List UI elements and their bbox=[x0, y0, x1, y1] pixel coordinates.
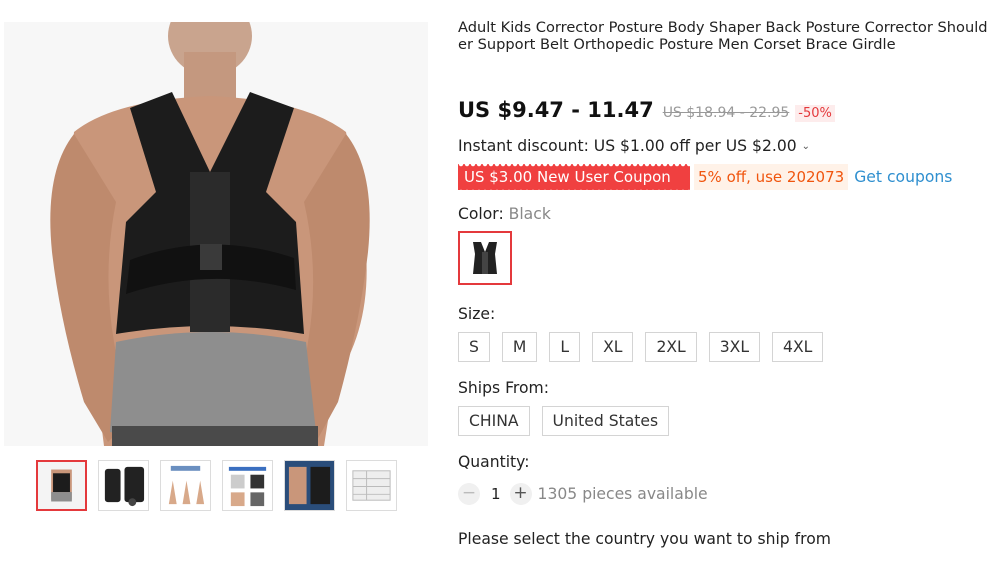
size-option-3xl[interactable]: 3XL bbox=[708, 332, 761, 362]
ships-from-china[interactable]: CHINA bbox=[458, 406, 530, 436]
product-title: Adult Kids Corrector Posture Body Shaper… bbox=[458, 19, 988, 53]
ship-country-note: Please select the country you want to sh… bbox=[458, 530, 831, 548]
size-option-xl[interactable]: XL bbox=[592, 332, 634, 362]
size-options: S M L XL 2XL 3XL 4XL bbox=[458, 332, 988, 362]
discount-badge: -50% bbox=[795, 105, 835, 122]
thumbnail-5[interactable] bbox=[284, 460, 335, 511]
quantity-value[interactable]: 1 bbox=[491, 485, 501, 503]
quantity-stepper: − 1 + 1305 pieces available bbox=[458, 483, 988, 505]
posture-corrector-photo bbox=[4, 22, 428, 446]
color-label-text: Color: bbox=[458, 205, 509, 223]
plus-icon[interactable]: + bbox=[509, 483, 532, 505]
pieces-available: 1305 pieces available bbox=[537, 485, 708, 503]
current-price: US $9.47 - 11.47 bbox=[458, 98, 654, 122]
size-label: Size: bbox=[458, 305, 496, 323]
color-swatch-black[interactable] bbox=[458, 231, 512, 285]
coupon-row: US $3.00 New User Coupon 5% off, use 202… bbox=[458, 163, 988, 191]
size-option-s[interactable]: S bbox=[458, 332, 490, 362]
new-user-coupon[interactable]: US $3.00 New User Coupon bbox=[458, 164, 690, 190]
thumbnail-1[interactable] bbox=[36, 460, 87, 511]
product-main-image[interactable] bbox=[4, 22, 428, 446]
price-row: US $9.47 - 11.47 US $18.94 - 22.95 -50% bbox=[458, 98, 988, 122]
product-info-panel: Adult Kids Corrector Posture Body Shaper… bbox=[458, 19, 988, 548]
thumbnail-3[interactable] bbox=[160, 460, 211, 511]
color-label: Color: Black bbox=[458, 205, 988, 223]
size-option-m[interactable]: M bbox=[501, 332, 538, 362]
ships-from-label: Ships From: bbox=[458, 379, 549, 397]
minus-icon[interactable]: − bbox=[458, 483, 480, 505]
quantity-label: Quantity: bbox=[458, 453, 530, 471]
instant-discount[interactable]: Instant discount: US $1.00 off per US $2… bbox=[458, 137, 988, 155]
size-option-2xl[interactable]: 2XL bbox=[645, 332, 697, 362]
code-coupon[interactable]: 5% off, use 202073 bbox=[694, 164, 849, 190]
ships-from-united-states[interactable]: United States bbox=[541, 406, 670, 436]
ships-from-options: CHINA United States bbox=[458, 406, 988, 436]
chevron-down-icon[interactable]: ⌄ bbox=[802, 141, 810, 152]
selected-color: Black bbox=[508, 205, 551, 223]
size-option-4xl[interactable]: 4XL bbox=[772, 332, 824, 362]
thumbnail-6[interactable] bbox=[346, 460, 397, 511]
instant-discount-text: Instant discount: US $1.00 off per US $2… bbox=[458, 137, 797, 155]
original-price: US $18.94 - 22.95 bbox=[662, 105, 790, 121]
size-option-l[interactable]: L bbox=[549, 332, 581, 362]
thumbnail-4[interactable] bbox=[222, 460, 273, 511]
thumbnail-2[interactable] bbox=[98, 460, 149, 511]
brace-thumbnail-icon bbox=[465, 238, 505, 278]
thumbnail-strip bbox=[36, 460, 397, 511]
get-coupons-link[interactable]: Get coupons bbox=[854, 168, 952, 186]
